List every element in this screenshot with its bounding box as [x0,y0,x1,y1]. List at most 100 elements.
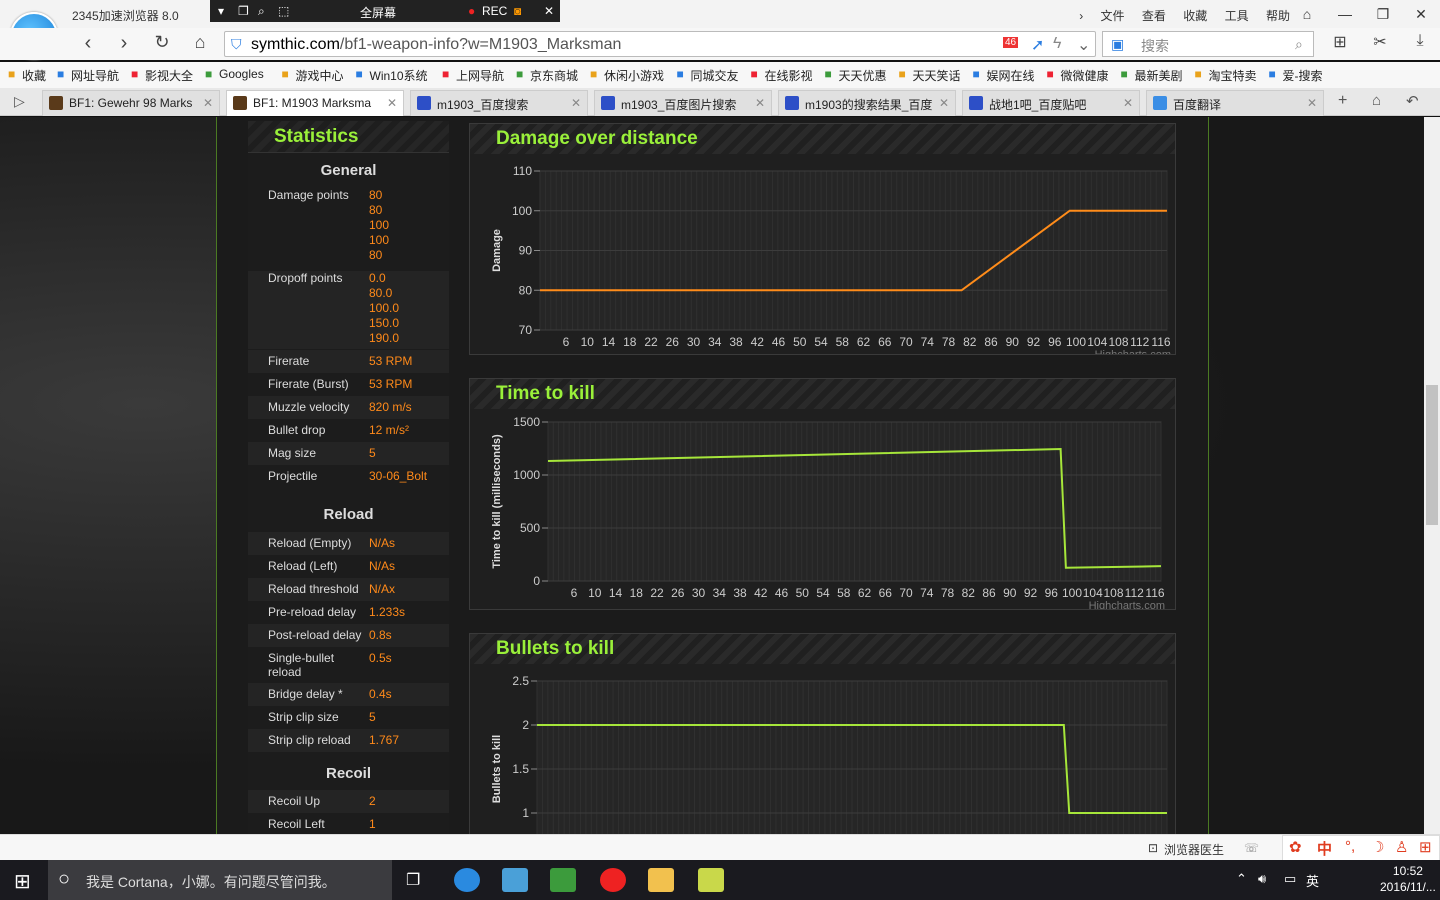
system-clock[interactable]: 10:52 2016/11/... [1380,863,1436,895]
home-icon[interactable]: ⌂ [188,32,212,53]
paw-icon[interactable]: ✿ [1289,838,1302,856]
bookmark-item[interactable]: Googles [219,67,264,81]
chat-icon[interactable]: ☏ [1244,841,1259,855]
chart-credit[interactable]: Highcharts.com [1089,600,1165,609]
menu-view[interactable]: 查看 [1142,9,1166,23]
tray-chevron-icon[interactable]: ⌃ [1236,871,1247,887]
tab-close-icon[interactable]: ✕ [1123,96,1133,110]
tab-close-icon[interactable]: ✕ [755,96,765,110]
bookmark-item[interactable]: Win10系统 [370,67,428,84]
new-tab-icon[interactable]: + [1338,92,1347,110]
menu-help[interactable]: 帮助 [1266,9,1290,23]
recorder-icon[interactable] [600,868,626,892]
tab-close-icon[interactable]: ✕ [1307,96,1317,110]
bookmark-item[interactable]: 京东商城 [530,67,578,84]
volume-icon[interactable]: 🔊︎ [1258,871,1266,887]
bookmark-item[interactable]: 休闲小游戏 [604,67,664,84]
page-scrollbar[interactable] [1424,117,1440,834]
tab-m1903[interactable]: BF1: M1903 Marksma ✕ [226,90,404,116]
badge-count[interactable]: 46 [1003,37,1019,48]
camera-icon[interactable]: ◙ [514,4,521,18]
bookmark-item[interactable]: 娱网在线 [987,67,1035,84]
lightning-icon[interactable]: ϟ [1053,35,1061,53]
ime-user-icon[interactable]: ♙ [1395,838,1408,856]
maximize-icon[interactable]: ❐ [1364,0,1402,28]
winrar-icon[interactable] [550,868,576,892]
bookmark-item[interactable]: 收藏 [22,67,46,84]
ime-punct-icon[interactable]: °, [1345,838,1355,855]
menu-tools[interactable]: 工具 [1225,9,1249,23]
cortana-search[interactable]: ○ 我是 Cortana，小娜。有问题尽管问我。 [48,860,392,900]
dropdown-icon[interactable]: ▾ [218,4,224,18]
bookmark-item[interactable]: 爱-搜索 [1283,67,1323,84]
tab-close-icon[interactable]: ✕ [203,96,213,110]
tab-baidu-translate[interactable]: 百度翻译 ✕ [1146,90,1324,116]
tab-close-icon[interactable]: ✕ [571,96,581,110]
minimize-icon[interactable]: — [1326,0,1364,28]
chart-credit[interactable]: Highcharts.com [1095,349,1171,354]
url-text[interactable]: symthic.com/bf1-weapon-info?w=M1903_Mark… [251,36,621,54]
pin-icon[interactable]: ⌂ [1372,92,1381,109]
back-icon[interactable]: ‹ [76,32,100,55]
tab-close-icon[interactable]: ✕ [939,96,949,110]
tab-baidu-images[interactable]: m1903_百度图片搜索 ✕ [594,90,772,116]
ime-chinese-icon[interactable]: 中 [1317,838,1332,859]
file-explorer-icon[interactable] [648,868,674,892]
browser-taskbar-icon[interactable] [454,868,480,892]
section-reload: Reload [323,506,374,523]
apps-icon[interactable]: ⊞ [1328,32,1352,52]
network-icon[interactable]: ▭ [1284,871,1296,887]
notepad-icon[interactable] [698,868,724,892]
tab-tieba[interactable]: 战地1吧_百度贴吧 ✕ [962,90,1140,116]
forward-icon[interactable]: › [112,32,136,55]
search-engine-icon[interactable]: ▣ [1111,36,1124,53]
scrollbar-thumb[interactable] [1426,385,1438,525]
browser-doctor-label[interactable]: 浏览器医生 [1164,841,1224,858]
bookmark-item[interactable]: 游戏中心 [296,67,344,84]
bookmark-item[interactable]: 天天笑话 [913,67,961,84]
windows-start-icon[interactable]: ⊞ [14,869,31,894]
undo-icon[interactable]: ↶ [1406,92,1419,110]
address-bar[interactable]: ⛉ symthic.com/bf1-weapon-info?w=M1903_Ma… [224,31,1096,57]
bookmark-item[interactable]: 上网导航 [456,67,504,84]
refresh-icon[interactable]: ↻ [150,32,174,53]
ime-grid-icon[interactable]: ⊞ [1419,838,1432,856]
task-view-icon[interactable]: ❐ [406,870,420,890]
bookmark-item[interactable]: 在线影视 [765,67,813,84]
y-tick-label: 2 [522,718,529,732]
rec-label[interactable]: REC [482,4,507,18]
tab-baidu-results[interactable]: m1903的搜索结果_百度 ✕ [778,90,956,116]
sidebar-toggle-icon[interactable]: ▷ [14,93,25,110]
menu-file[interactable]: 文件 [1101,9,1125,23]
zoom-icon[interactable]: ⌕ [258,4,265,19]
bookmark-item[interactable]: 天天优惠 [839,67,887,84]
rec-close-icon[interactable]: ✕ [544,4,554,18]
doctor-icon[interactable]: ⊡ [1148,841,1158,855]
restore-icon[interactable]: ❐ [238,4,249,18]
skin-icon[interactable]: ⌂ [1288,0,1326,28]
scissors-icon[interactable]: ✂ [1368,32,1392,52]
menu-favorites[interactable]: 收藏 [1183,9,1207,23]
fullscreen-label[interactable]: 全屏幕 [360,4,396,21]
search-icon[interactable]: ⌕ [1295,36,1303,53]
bookmark-item[interactable]: 网址导航 [71,67,119,84]
tab-gewehr[interactable]: BF1: Gewehr 98 Marks ✕ [42,90,220,116]
bookmark-item[interactable]: 淘宝特卖 [1209,67,1257,84]
ime-toolbar[interactable]: ✿ 中 °, ☽ ♙ ⊞ [1282,835,1440,861]
bookmark-item[interactable]: 微微健康 [1061,67,1109,84]
bookmark-item[interactable]: 同城交友 [691,67,739,84]
dropdown-chevron-icon[interactable]: ⌄ [1077,35,1090,55]
ime-label[interactable]: 英 [1306,871,1319,890]
crop-icon[interactable]: ⬚ [278,4,289,18]
tab-close-icon[interactable]: ✕ [387,96,397,110]
rocket-icon[interactable]: ➚ [1031,35,1044,55]
tab-baidu-search[interactable]: m1903_百度搜索 ✕ [410,90,588,116]
ime-moon-icon[interactable]: ☽ [1371,838,1384,856]
cloud-app-icon[interactable] [502,868,528,892]
menu-chevron-icon[interactable]: › [1079,9,1083,23]
close-icon[interactable]: ✕ [1402,0,1440,28]
search-box[interactable]: ▣ 搜索 ⌕ [1102,31,1314,57]
bookmark-item[interactable]: 影视大全 [145,67,193,84]
download-icon[interactable]: ⤓ [1408,32,1432,50]
bookmark-item[interactable]: 最新美剧 [1135,67,1183,84]
